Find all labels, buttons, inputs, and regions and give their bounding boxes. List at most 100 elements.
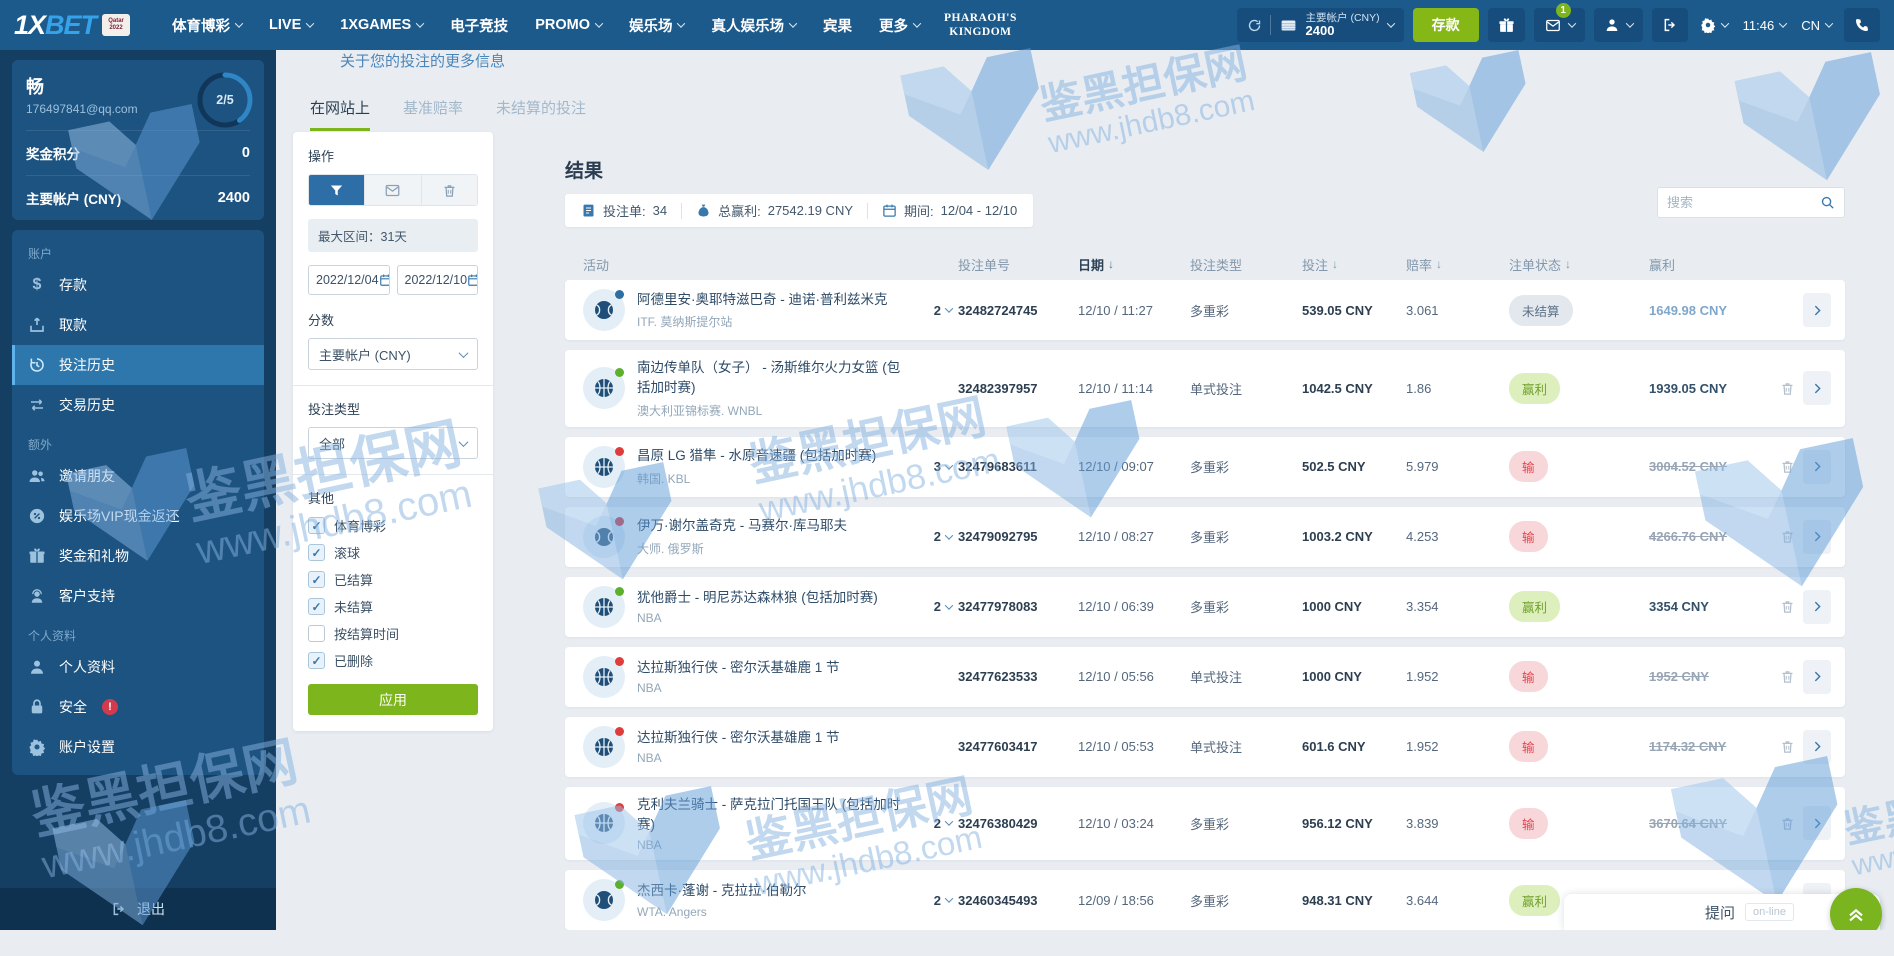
checkbox-已结算[interactable]: ✓ 已结算	[308, 570, 478, 589]
column-header-活动[interactable]: 活动	[583, 255, 958, 274]
column-header-赢利[interactable]: 赢利	[1649, 255, 1779, 274]
table-row[interactable]: 阿德里安·奥耶特滋巴奇 - 迪诺·普利兹米克 ITF. 莫纳斯提尔站 2 324827…	[565, 280, 1845, 340]
logout-button-top[interactable]	[1651, 8, 1688, 42]
trash-icon[interactable]	[1780, 380, 1795, 397]
open-bet-button[interactable]	[1803, 293, 1831, 327]
sidebar-item-邀请朋友[interactable]: 邀请朋友	[12, 456, 264, 496]
nav-item-1XGAMES[interactable]: 1XGAMES	[340, 17, 425, 33]
trash-icon[interactable]	[1780, 738, 1795, 755]
nav-item-真人娱乐场[interactable]: 真人娱乐场	[711, 15, 798, 36]
history-tabs: 在网站上 基准赔率 未结算的投注	[310, 97, 586, 131]
event-title: 达拉斯独行侠 - 密尔沃基雄鹿 1 节	[637, 659, 840, 675]
phone-button[interactable]	[1844, 8, 1880, 42]
sidebar-item-投注历史[interactable]: 投注历史	[12, 345, 264, 385]
checkbox-已删除[interactable]: ✓ 已删除	[308, 651, 478, 670]
nav-item-娱乐场[interactable]: 娱乐场	[629, 15, 686, 36]
column-header-日期[interactable]: 日期 ↓	[1078, 255, 1190, 274]
tab-未结算的投注[interactable]: 未结算的投注	[496, 97, 586, 131]
open-bet-button[interactable]	[1803, 729, 1831, 764]
sidebar-item-取款[interactable]: 取款	[12, 305, 264, 345]
checkbox-按结算时间[interactable]: 按结算时间	[308, 624, 478, 643]
event-cell: 南边传单队（女子） - 汤斯维尔火力女篮 (包括加时赛) 澳大利亚锦标赛. WNB…	[583, 358, 958, 419]
column-header-投注单号[interactable]: 投注单号	[958, 255, 1078, 274]
sort-down-icon: ↓	[1108, 257, 1115, 271]
delete-filter-button[interactable]	[421, 175, 477, 205]
deposit-button[interactable]: 存款	[1412, 8, 1479, 42]
search-icon[interactable]	[1820, 195, 1835, 210]
nav-item-更多[interactable]: 更多	[879, 15, 922, 36]
expand-selections-button[interactable]: 2	[934, 599, 958, 614]
more-info-link[interactable]: 关于您的投注的更多信息	[340, 50, 505, 71]
column-label: 赔率	[1406, 257, 1433, 273]
open-bet-button[interactable]	[1803, 659, 1831, 694]
expand-selections-button[interactable]: 2	[934, 816, 958, 831]
tab-基准赔率[interactable]: 基准赔率	[403, 97, 463, 131]
open-bet-button[interactable]	[1803, 371, 1831, 406]
sidebar-item-奖金和礼物[interactable]: 奖金和礼物	[12, 536, 264, 576]
column-header-投注类型[interactable]: 投注类型	[1190, 255, 1302, 274]
pharaohs-kingdom-link[interactable]: PHARAOH'S KINGDOM	[944, 11, 1017, 40]
sidebar-item-客户支持[interactable]: 客户支持	[12, 576, 264, 616]
trash-icon	[442, 183, 457, 198]
profile-button[interactable]	[1593, 8, 1643, 42]
trash-icon[interactable]	[1780, 815, 1795, 832]
nav-item-PROMO[interactable]: PROMO	[535, 17, 604, 33]
brand-logo[interactable]: 1XBET Qatar 2022	[14, 10, 131, 41]
table-row[interactable]: 达拉斯独行侠 - 密尔沃基雄鹿 1 节 NBA 32477623533 12/10 /…	[565, 646, 1845, 707]
checkbox-未结算[interactable]: ✓ 未结算	[308, 597, 478, 616]
column-header-注单状态[interactable]: 注单状态 ↓	[1509, 255, 1649, 274]
sidebar-item-交易历史[interactable]: 交易历史	[12, 385, 264, 425]
table-row[interactable]: 犹他爵士 - 明尼苏达森林狼 (包括加时赛) NBA 2 32477978083 12/…	[565, 576, 1845, 637]
nav-item-宾果[interactable]: 宾果	[823, 15, 852, 36]
open-bet-button[interactable]	[1803, 589, 1831, 624]
expand-selections-button[interactable]: 2	[934, 303, 958, 318]
date-to-input[interactable]: 2022/12/10	[396, 265, 478, 295]
apply-button[interactable]: 应用	[308, 684, 478, 715]
table-row[interactable]: 达拉斯独行侠 - 密尔沃基雄鹿 1 节 NBA 32477603417 12/10 /…	[565, 716, 1845, 777]
date-from-input[interactable]: 2022/12/04	[308, 265, 390, 295]
expand-selections-button[interactable]: 3	[934, 459, 958, 474]
account-select[interactable]: 主要帐户 (CNY)	[308, 338, 478, 370]
time-selector[interactable]: 11:46	[1740, 18, 1790, 33]
language-selector[interactable]: CN	[1798, 18, 1835, 33]
nav-item-电子竞技[interactable]: 电子竞技	[450, 15, 508, 36]
account-selector[interactable]: 主要帐户 (CNY) 2400	[1236, 8, 1404, 42]
sidebar-item-账户设置[interactable]: 账户设置	[12, 727, 264, 767]
open-bet-button[interactable]	[1803, 449, 1831, 484]
mail-filter-button[interactable]	[365, 175, 422, 205]
messages-button[interactable]: 1	[1533, 3, 1585, 42]
nav-item-体育博彩[interactable]: 体育博彩	[172, 15, 244, 36]
table-row[interactable]: 昌原 LG 猎隼 - 水原音速疆 (包括加时赛) 韩国. KBL 3 32479683…	[565, 436, 1845, 497]
trash-icon[interactable]	[1780, 598, 1795, 615]
bet-type: 多重彩	[1190, 460, 1230, 475]
trash-icon[interactable]	[1780, 528, 1795, 545]
column-header-投注[interactable]: 投注 ↓	[1302, 255, 1406, 274]
sidebar-item-安全[interactable]: 安全!	[12, 687, 264, 727]
checkbox-体育博彩[interactable]: ✓ 体育博彩	[308, 516, 478, 535]
logout-button[interactable]: 退出	[0, 888, 276, 930]
tab-在网站上[interactable]: 在网站上	[310, 97, 371, 131]
trash-icon[interactable]	[1780, 458, 1795, 475]
checkbox-滚球[interactable]: ✓ 滚球	[308, 543, 478, 562]
search-input[interactable]	[1667, 195, 1820, 210]
nav-item-LIVE[interactable]: LIVE	[269, 17, 315, 33]
open-bet-button[interactable]	[1803, 806, 1831, 841]
expand-selections-button[interactable]: 2	[934, 529, 958, 544]
gear-icon	[28, 738, 46, 756]
sidebar-item-个人资料[interactable]: 个人资料	[12, 647, 264, 687]
sidebar-item-娱乐场VIP现金返还[interactable]: 娱乐场VIP现金返还	[12, 496, 264, 536]
filter-funnel-button[interactable]	[309, 175, 366, 205]
bet-win-amount: 1174.32 CNY	[1649, 739, 1727, 754]
column-header-赔率[interactable]: 赔率 ↓	[1406, 255, 1509, 274]
expand-selections-button[interactable]: 2	[934, 893, 958, 908]
refresh-icon[interactable]	[1247, 18, 1262, 33]
table-row[interactable]: 克利夫兰骑士 - 萨克拉门托国王队 (包括加时赛) NBA 2 32476380429…	[565, 786, 1845, 860]
sidebar-item-存款[interactable]: $ 存款	[12, 265, 264, 305]
settings-menu[interactable]	[1697, 17, 1731, 33]
bet-type-select[interactable]: 全部	[308, 427, 478, 459]
table-row[interactable]: 伊万·谢尔盖奇克 - 马赛尔·库马耶夫 大师. 俄罗斯 2 32479092795 12…	[565, 506, 1845, 567]
open-bet-button[interactable]	[1803, 519, 1831, 554]
trash-icon[interactable]	[1780, 668, 1795, 685]
table-row[interactable]: 南边传单队（女子） - 汤斯维尔火力女篮 (包括加时赛) 澳大利亚锦标赛. WNB…	[565, 350, 1845, 427]
gift-button[interactable]	[1487, 8, 1525, 42]
